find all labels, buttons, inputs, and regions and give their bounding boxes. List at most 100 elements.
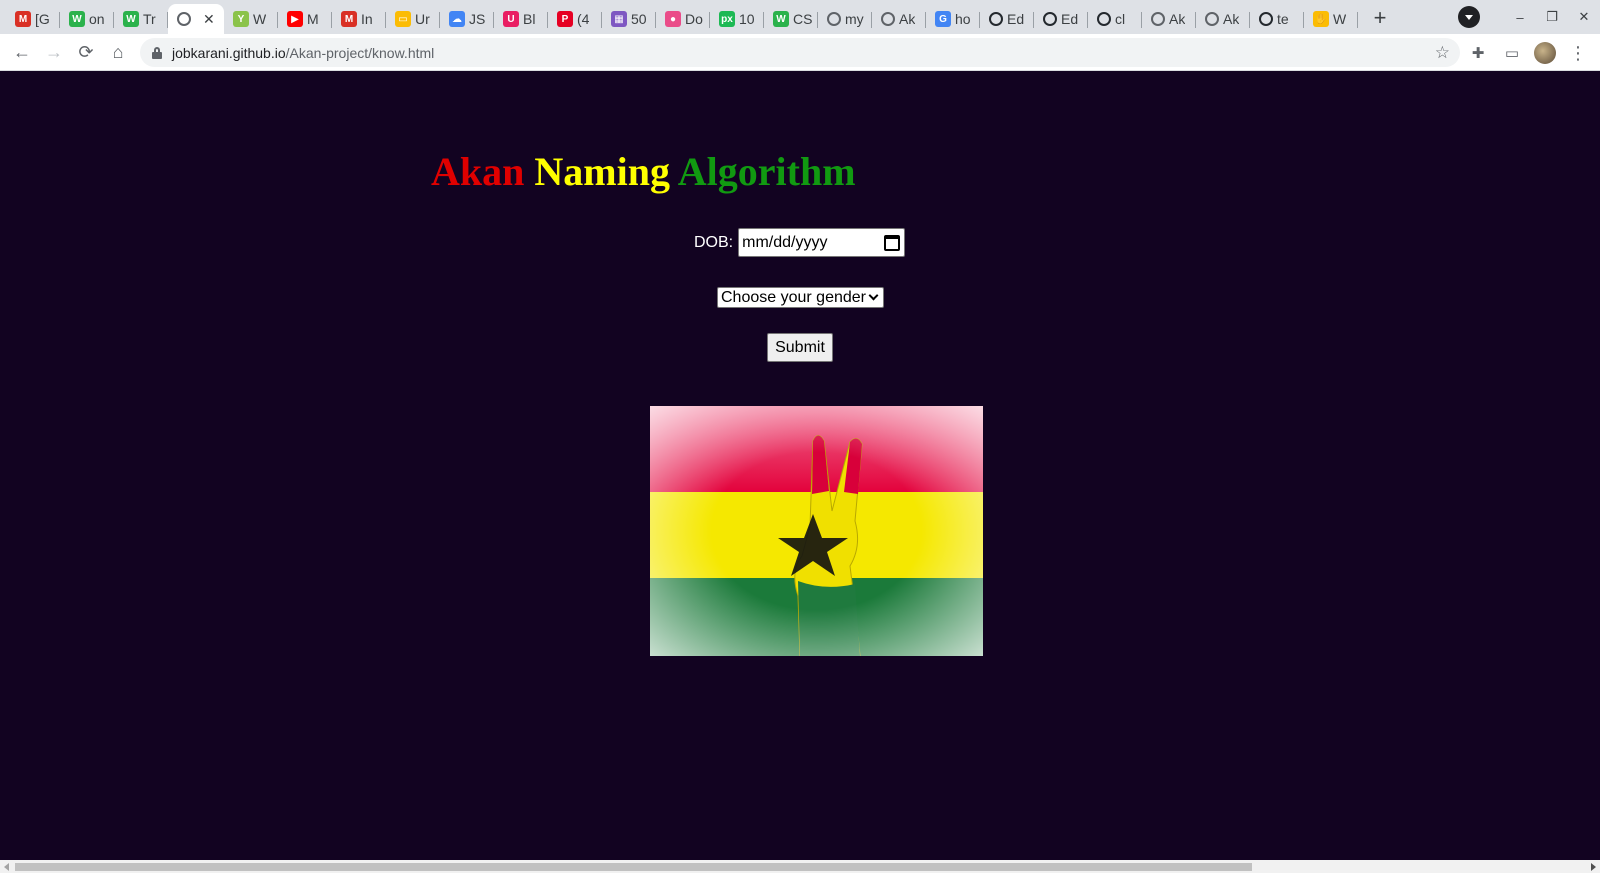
tab-title: Bl: [523, 11, 536, 27]
browser-tab[interactable]: Ed: [980, 4, 1034, 34]
tab-title: [G: [35, 11, 50, 27]
cloud-icon: ☁: [449, 11, 465, 27]
tab-search-button[interactable]: [1458, 6, 1480, 28]
tab-title: on: [89, 11, 105, 27]
tab-title: 50: [631, 11, 647, 27]
dob-label: DOB:: [694, 233, 734, 251]
close-tab-icon[interactable]: ✕: [203, 11, 215, 28]
browser-tab[interactable]: cl: [1088, 4, 1142, 34]
globe-icon: [177, 12, 191, 26]
calendar-icon[interactable]: [884, 234, 901, 251]
github-icon: [1043, 12, 1057, 26]
tab-title: Do: [685, 11, 703, 27]
close-window-button[interactable]: ✕: [1568, 9, 1600, 25]
home-button[interactable]: ⌂: [102, 36, 134, 68]
lock-icon[interactable]: [152, 46, 162, 59]
tab-list: M [G Won W Tr ✕ Y W ▶ M M In ▭ Ur ☁ JS U Bl P (4 ▦ 50 ● Do px 10 W…: [0, 4, 1358, 34]
forward-button[interactable]: →: [38, 36, 70, 68]
w-icon: W: [123, 11, 139, 27]
browser-tab[interactable]: ▭ Ur: [386, 4, 440, 34]
browser-toolbar: ← → ⟳ ⌂ jobkarani.github.io/Akan-project…: [0, 34, 1600, 71]
browser-tab[interactable]: Gho: [926, 4, 980, 34]
browser-tab[interactable]: ✕: [168, 4, 224, 34]
tab-title: (4: [577, 11, 590, 27]
title-word-naming: Naming: [534, 149, 670, 194]
github-icon: [989, 12, 1003, 26]
note-icon: ▭: [395, 11, 411, 27]
browser-tab[interactable]: W Tr: [114, 4, 168, 34]
scroll-left-arrow[interactable]: [4, 863, 9, 871]
flag-hand-illustration: [650, 406, 983, 656]
browser-tab[interactable]: W CS: [764, 4, 818, 34]
browser-tab[interactable]: Ak: [872, 4, 926, 34]
horizontal-scrollbar[interactable]: [0, 860, 1600, 873]
new-tab-button[interactable]: +: [1366, 4, 1394, 32]
ghana-flag-peace-hand-image: [650, 406, 983, 656]
tab-title: Ur: [415, 11, 430, 27]
tab-title: 10: [739, 11, 755, 27]
browser-tab[interactable]: YW: [224, 4, 278, 34]
browser-tab[interactable]: P (4: [548, 4, 602, 34]
browser-tab[interactable]: ☁ JS: [440, 4, 494, 34]
gmail-icon: M: [341, 11, 357, 27]
browser-tab-strip: M [G Won W Tr ✕ Y W ▶ M M In ▭ Ur ☁ JS U Bl P (4 ▦ 50 ● Do px 10 W…: [0, 0, 1600, 34]
globe-icon: [1205, 12, 1219, 26]
browser-tab[interactable]: M In: [332, 4, 386, 34]
browser-tab[interactable]: Ak: [1142, 4, 1196, 34]
browser-tab[interactable]: Ak: [1196, 4, 1250, 34]
browser-tab[interactable]: ▶ M: [278, 4, 332, 34]
scrollbar-thumb[interactable]: [15, 863, 1252, 871]
tab-title: ho: [955, 11, 971, 27]
tab-title: W: [253, 11, 267, 27]
url-path: /Akan-project/know.html: [285, 44, 435, 61]
browser-tab[interactable]: ✋ W: [1304, 4, 1358, 34]
globe-icon: [1151, 12, 1165, 26]
tab-title: W: [1333, 11, 1347, 27]
browser-tab[interactable]: te: [1250, 4, 1304, 34]
dob-placeholder: mm/dd/yyyy: [742, 233, 828, 251]
extensions-icon[interactable]: ✚: [1466, 41, 1490, 65]
window-controls: – ❐ ✕: [1458, 0, 1600, 34]
grid-icon: ▦: [611, 11, 627, 27]
profile-avatar[interactable]: [1534, 41, 1556, 64]
toolbar-actions: ✚ ▭ ⋮: [1466, 34, 1590, 71]
tab-title: cl: [1115, 11, 1126, 27]
cast-icon[interactable]: ▭: [1500, 41, 1524, 65]
page-title: Akan Naming Algorithm: [431, 152, 856, 192]
pinterest-icon: P: [557, 11, 573, 27]
minimize-button[interactable]: –: [1504, 10, 1536, 25]
dribbble-icon: ●: [665, 11, 681, 27]
browser-tab[interactable]: Ed: [1034, 4, 1088, 34]
browser-tab[interactable]: M [G: [6, 4, 60, 34]
tab-title: te: [1277, 11, 1289, 27]
browser-tab[interactable]: my: [818, 4, 872, 34]
address-bar[interactable]: jobkarani.github.io/Akan-project/know.ht…: [140, 38, 1460, 67]
tab-title: Ak: [1223, 11, 1240, 27]
scroll-right-arrow[interactable]: [1591, 863, 1596, 871]
dob-row: DOB: mm/dd/yyyy: [694, 228, 906, 257]
cup-icon: U: [503, 11, 519, 27]
dob-date-input[interactable]: mm/dd/yyyy: [738, 228, 906, 257]
browser-tab[interactable]: Won: [60, 4, 114, 34]
github-icon: [1259, 12, 1273, 26]
tab-title: Ed: [1007, 11, 1025, 27]
menu-icon[interactable]: ⋮: [1566, 41, 1590, 65]
browser-tab[interactable]: U Bl: [494, 4, 548, 34]
bookmark-star-icon[interactable]: ☆: [1435, 43, 1450, 63]
browser-tab[interactable]: ● Do: [656, 4, 710, 34]
back-button[interactable]: ←: [6, 36, 38, 68]
github-icon: [1097, 12, 1111, 26]
url-host: jobkarani.github.io: [172, 44, 286, 61]
reload-button[interactable]: ⟳: [70, 36, 102, 68]
browser-tab[interactable]: ▦ 50: [602, 4, 656, 34]
gender-select[interactable]: Choose your gender: [717, 287, 884, 308]
restore-button[interactable]: ❐: [1536, 9, 1568, 25]
tab-title: CS: [793, 11, 812, 27]
tab-title: Ed: [1061, 11, 1079, 27]
tab-title: In: [361, 11, 373, 27]
browser-tab[interactable]: px 10: [710, 4, 764, 34]
tab-title: JS: [469, 11, 486, 27]
tab-title: Tr: [143, 11, 156, 27]
tab-title: my: [845, 11, 864, 27]
submit-button[interactable]: Submit: [767, 333, 833, 362]
